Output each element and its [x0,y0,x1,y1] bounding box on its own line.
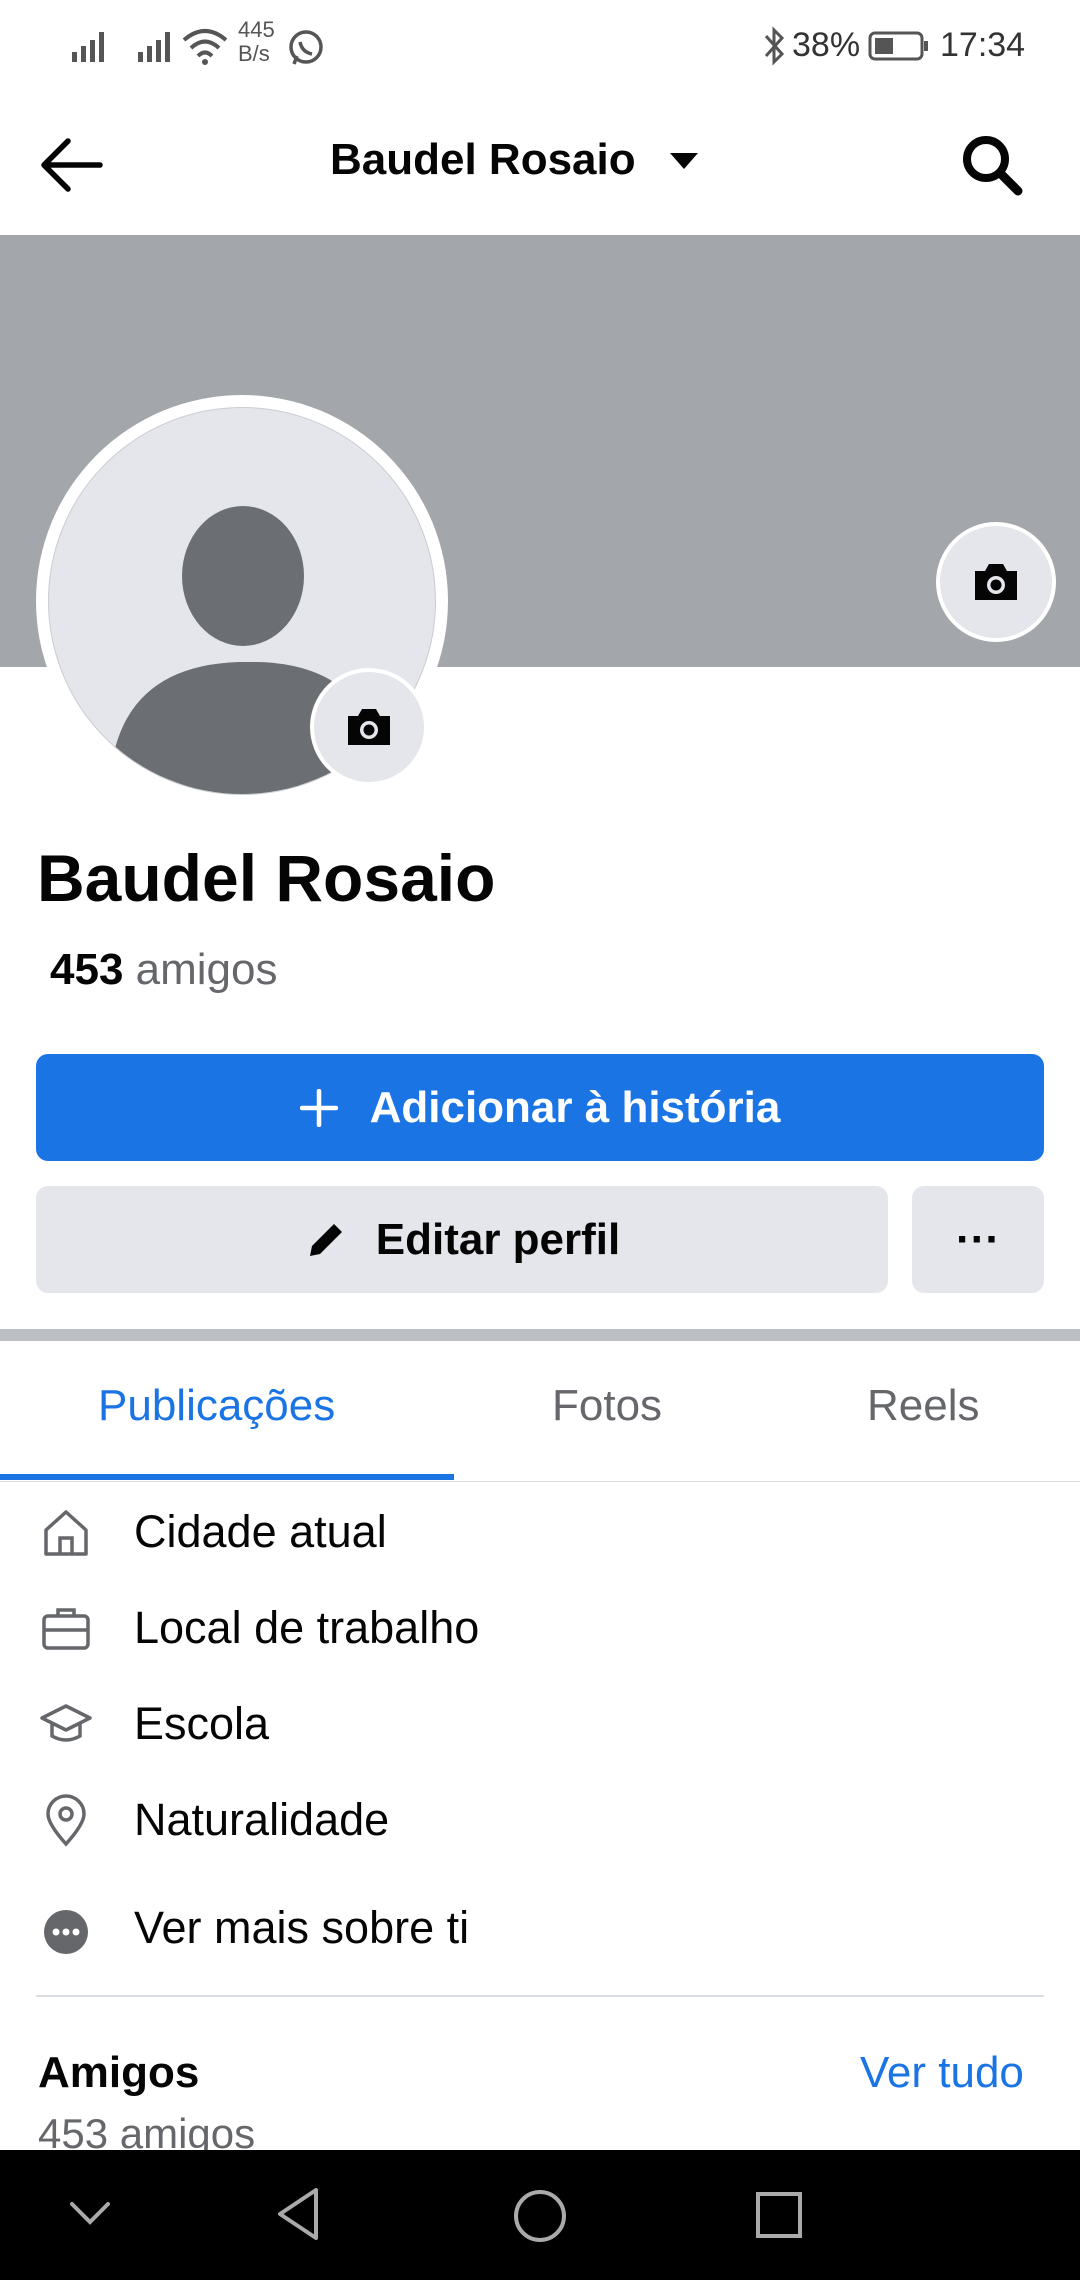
about-item-school[interactable]: Escola [0,1686,1080,1776]
clock: 17:34 [940,26,1026,64]
location-pin-icon [46,1794,86,1847]
friends-section-title: Amigos [38,2048,200,2097]
divider [36,1995,1044,1997]
camera-icon [348,709,390,745]
wifi-icon [182,29,228,65]
edit-profile-label: Editar perfil [375,1214,621,1264]
top-app-bar: Baudel Rosaio [0,95,1080,236]
profile-name: Baudel Rosaio [37,841,496,915]
home-icon [44,1510,88,1556]
net-speed-value: 445 [238,17,275,42]
signal-icon [72,32,104,62]
signal-2-icon [138,32,170,62]
friends-count[interactable]: 453 amigos [50,945,278,995]
tab-reels[interactable]: Reels [867,1381,980,1431]
back-arrow-icon[interactable] [38,131,106,199]
more-options-button[interactable]: ··· [912,1186,1044,1293]
about-item-label: Escola [134,1698,270,1749]
status-bar: 445 B/s 38% 17:34 [0,0,1080,95]
cover-camera-button[interactable] [936,522,1056,642]
more-dots-icon [44,1910,88,1954]
tab-photos[interactable]: Fotos [552,1381,662,1431]
whatsapp-icon [289,30,323,65]
battery-icon [868,31,928,61]
header-title-text: Baudel Rosaio [330,135,636,184]
about-item-label: Ver mais sobre ti [134,1902,470,1953]
home-circle-icon[interactable] [512,2188,568,2244]
about-item-label: Naturalidade [134,1794,390,1845]
friends-count-word: amigos [135,945,278,994]
about-item-see-more[interactable]: Ver mais sobre ti [0,1890,1080,1980]
camera-icon [975,564,1017,600]
system-navigation-bar [0,2150,1080,2280]
about-item-label: Local de trabalho [134,1602,480,1653]
section-divider [0,1329,1080,1341]
profile-tabs: Publicações Fotos Reels [0,1341,1080,1482]
about-item-current-city[interactable]: Cidade atual [0,1494,1080,1584]
chevron-down-icon[interactable] [66,2196,114,2230]
about-item-workplace[interactable]: Local de trabalho [0,1590,1080,1680]
friends-count-number: 453 [50,945,124,994]
see-all-friends-link[interactable]: Ver tudo [860,2048,1024,2098]
search-icon[interactable] [958,131,1026,199]
add-to-story-button[interactable]: Adicionar à história [36,1054,1044,1161]
active-tab-indicator [0,1474,454,1480]
bluetooth-icon [764,26,785,66]
tab-publications[interactable]: Publicações [98,1381,335,1431]
add-to-story-label: Adicionar à história [369,1082,781,1132]
recents-square-icon[interactable] [754,2190,804,2240]
header-title[interactable]: Baudel Rosaio [330,135,698,185]
avatar-camera-button[interactable] [310,668,428,786]
graduation-cap-icon [40,1704,92,1742]
edit-profile-button[interactable]: Editar perfil [36,1186,888,1293]
caret-down-icon [669,153,698,170]
about-item-hometown[interactable]: Naturalidade [0,1782,1080,1872]
net-speed: 445 B/s [238,18,275,66]
pencil-icon [309,1223,342,1256]
more-options-label: ··· [956,1214,1000,1264]
battery-percent: 38% [792,26,861,64]
briefcase-icon [42,1608,90,1650]
about-item-label: Cidade atual [134,1506,387,1557]
net-speed-unit: B/s [238,41,270,66]
plus-icon [299,1088,338,1127]
back-triangle-icon[interactable] [272,2186,324,2242]
